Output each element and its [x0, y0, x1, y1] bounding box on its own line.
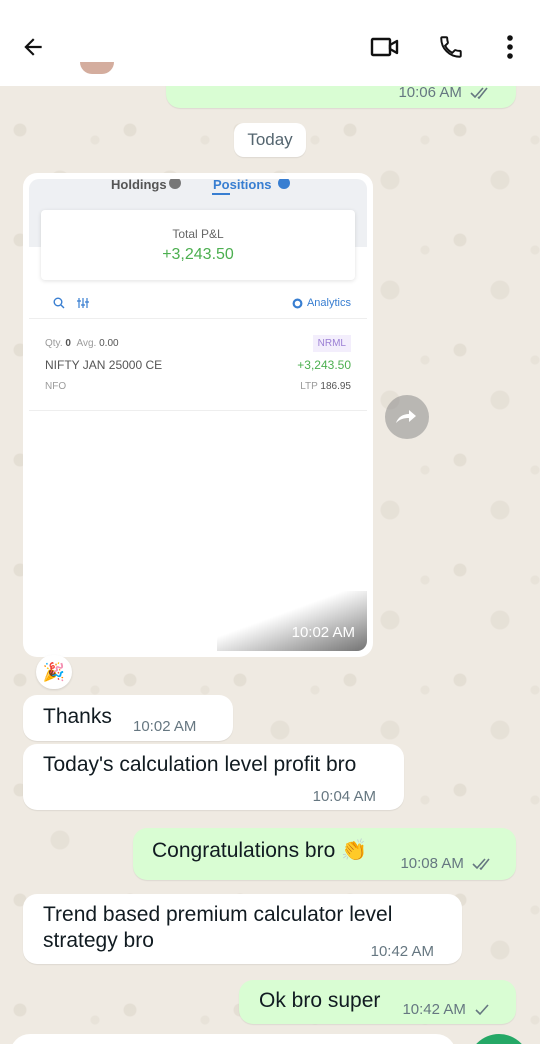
message-bubble-outgoing[interactable]: Congratulations bro 👏 10:08 AM [133, 828, 516, 880]
app-topbar: Holdings Positions Total P&L +3,243.50 [29, 179, 367, 280]
back-button[interactable] [13, 27, 53, 67]
ltp-text: LTP 186.95 [300, 381, 351, 392]
message-time: 10:06 AM [398, 84, 492, 101]
message-text-line1: Trend based premium calculator level [43, 903, 393, 926]
clapping-emoji: 👏 [341, 839, 368, 862]
single-check-icon [475, 1004, 489, 1016]
analytics-link: Analytics [292, 297, 351, 309]
tab-positions: Positions [213, 179, 272, 192]
message-time: 10:04 AM [312, 788, 376, 805]
voice-call-button[interactable] [431, 27, 471, 67]
qty-text: Qty. 0 Avg. 0.00 [45, 338, 119, 349]
holdings-count-badge [169, 179, 181, 189]
phone-icon [440, 36, 462, 58]
reaction-badge[interactable]: 🎉 [36, 655, 72, 689]
image-message[interactable]: Holdings Positions Total P&L +3,243.50 A… [23, 173, 373, 657]
message-bubble-incoming[interactable]: Thanks 10:02 AM [23, 695, 233, 741]
positions-toolbar: Analytics [29, 289, 367, 319]
more-vert-icon [507, 35, 513, 59]
more-options-button[interactable] [490, 27, 530, 67]
position-pnl: +3,243.50 [297, 358, 351, 372]
time-overlay [217, 591, 367, 651]
message-time: 10:02 AM [291, 624, 355, 641]
filter-icon [77, 298, 89, 308]
total-pnl-card: Total P&L +3,243.50 [41, 210, 355, 280]
exchange-label: NFO [45, 381, 67, 392]
avatar[interactable] [80, 62, 114, 74]
message-input[interactable] [10, 1034, 456, 1044]
search-icon [53, 297, 65, 309]
message-time: 10:42 AM [402, 1001, 490, 1018]
image-thumbnail[interactable]: Holdings Positions Total P&L +3,243.50 A… [29, 179, 367, 651]
message-bubble-incoming[interactable]: Trend based premium calculator level str… [23, 894, 462, 964]
forward-icon [396, 410, 416, 423]
analytics-icon [292, 298, 303, 308]
forward-button[interactable] [385, 395, 429, 439]
chat-header [0, 0, 540, 86]
message-time: 10:08 AM [400, 855, 494, 872]
date-separator: Today [234, 123, 306, 157]
video-call-button[interactable] [365, 27, 405, 67]
tab-indicator [212, 193, 230, 195]
message-text: Thanks [43, 705, 112, 728]
message-bubble-incoming[interactable]: Today's calculation level profit bro 10:… [23, 744, 404, 810]
message-text-line2: strategy bro [43, 929, 154, 952]
total-pnl-value: +3,243.50 [162, 246, 234, 263]
tab-holdings: Holdings [111, 179, 167, 192]
video-call-icon [370, 37, 399, 57]
product-badge: NRML [312, 335, 351, 352]
positions-count-badge [278, 179, 290, 189]
message-time: 10:02 AM [133, 718, 197, 735]
instrument-symbol: NIFTY JAN 25000 CE [45, 358, 163, 372]
double-check-icon [470, 87, 488, 100]
total-pnl-label: Total P&L [172, 227, 224, 241]
message-text: Ok bro super [259, 989, 381, 1012]
message-text: Today's calculation level profit bro [43, 753, 357, 776]
double-check-icon [472, 858, 490, 871]
position-row: Qty. 0 Avg. 0.00 NRML NIFTY JAN 25000 CE… [29, 331, 367, 411]
message-bubble-outgoing[interactable]: Ok bro super 10:42 AM [239, 980, 516, 1024]
message-time: 10:42 AM [370, 943, 434, 960]
arrow-left-icon [24, 38, 42, 56]
message-text: Congratulations bro 👏 [152, 839, 368, 862]
